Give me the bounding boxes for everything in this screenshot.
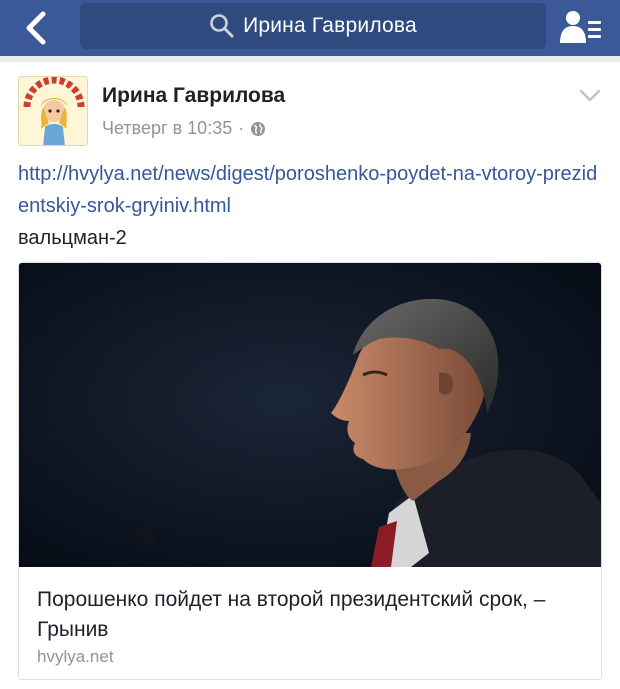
shared-link-caption: Порошенко пойдет на второй президентский… [19,567,601,679]
chevron-down-icon [579,89,601,102]
shared-link-headline[interactable]: Порошенко пойдет на второй президентский… [37,585,577,645]
shared-link-domain: hvylya.net [37,647,114,666]
avatar[interactable] [18,76,88,146]
search-field[interactable]: Ирина Гаврилова [80,3,546,49]
back-button[interactable] [14,6,58,50]
post-message: вальцман-2 [18,227,127,249]
shared-link-preview[interactable]: Порошенко пойдет на второй президентский… [18,262,602,680]
post-options-button[interactable] [578,88,602,104]
back-chevron-icon [26,11,46,45]
avatar-image [19,77,87,145]
post-body: http://hvylya.net/news/digest/poroshenko… [18,158,608,254]
shared-link-image [19,263,601,567]
post-author-name[interactable]: Ирина Гаврилова [102,84,285,108]
meta-separator: · [238,118,245,138]
search-icon [209,13,235,39]
search-query-text: Ирина Гаврилова [243,14,417,37]
post-meta: Четверг в 10:35 · [102,118,266,139]
top-navigation-bar: Ирина Гаврилова [0,0,620,56]
globe-icon [251,121,266,136]
post-card: Ирина Гаврилова Четверг в 10:35 · http:/… [0,62,620,689]
friends-list-icon [560,11,601,43]
friends-list-button[interactable] [556,6,606,48]
post-timestamp[interactable]: Четверг в 10:35 [102,118,232,139]
post-link[interactable]: http://hvylya.net/news/digest/poroshenko… [18,163,597,217]
